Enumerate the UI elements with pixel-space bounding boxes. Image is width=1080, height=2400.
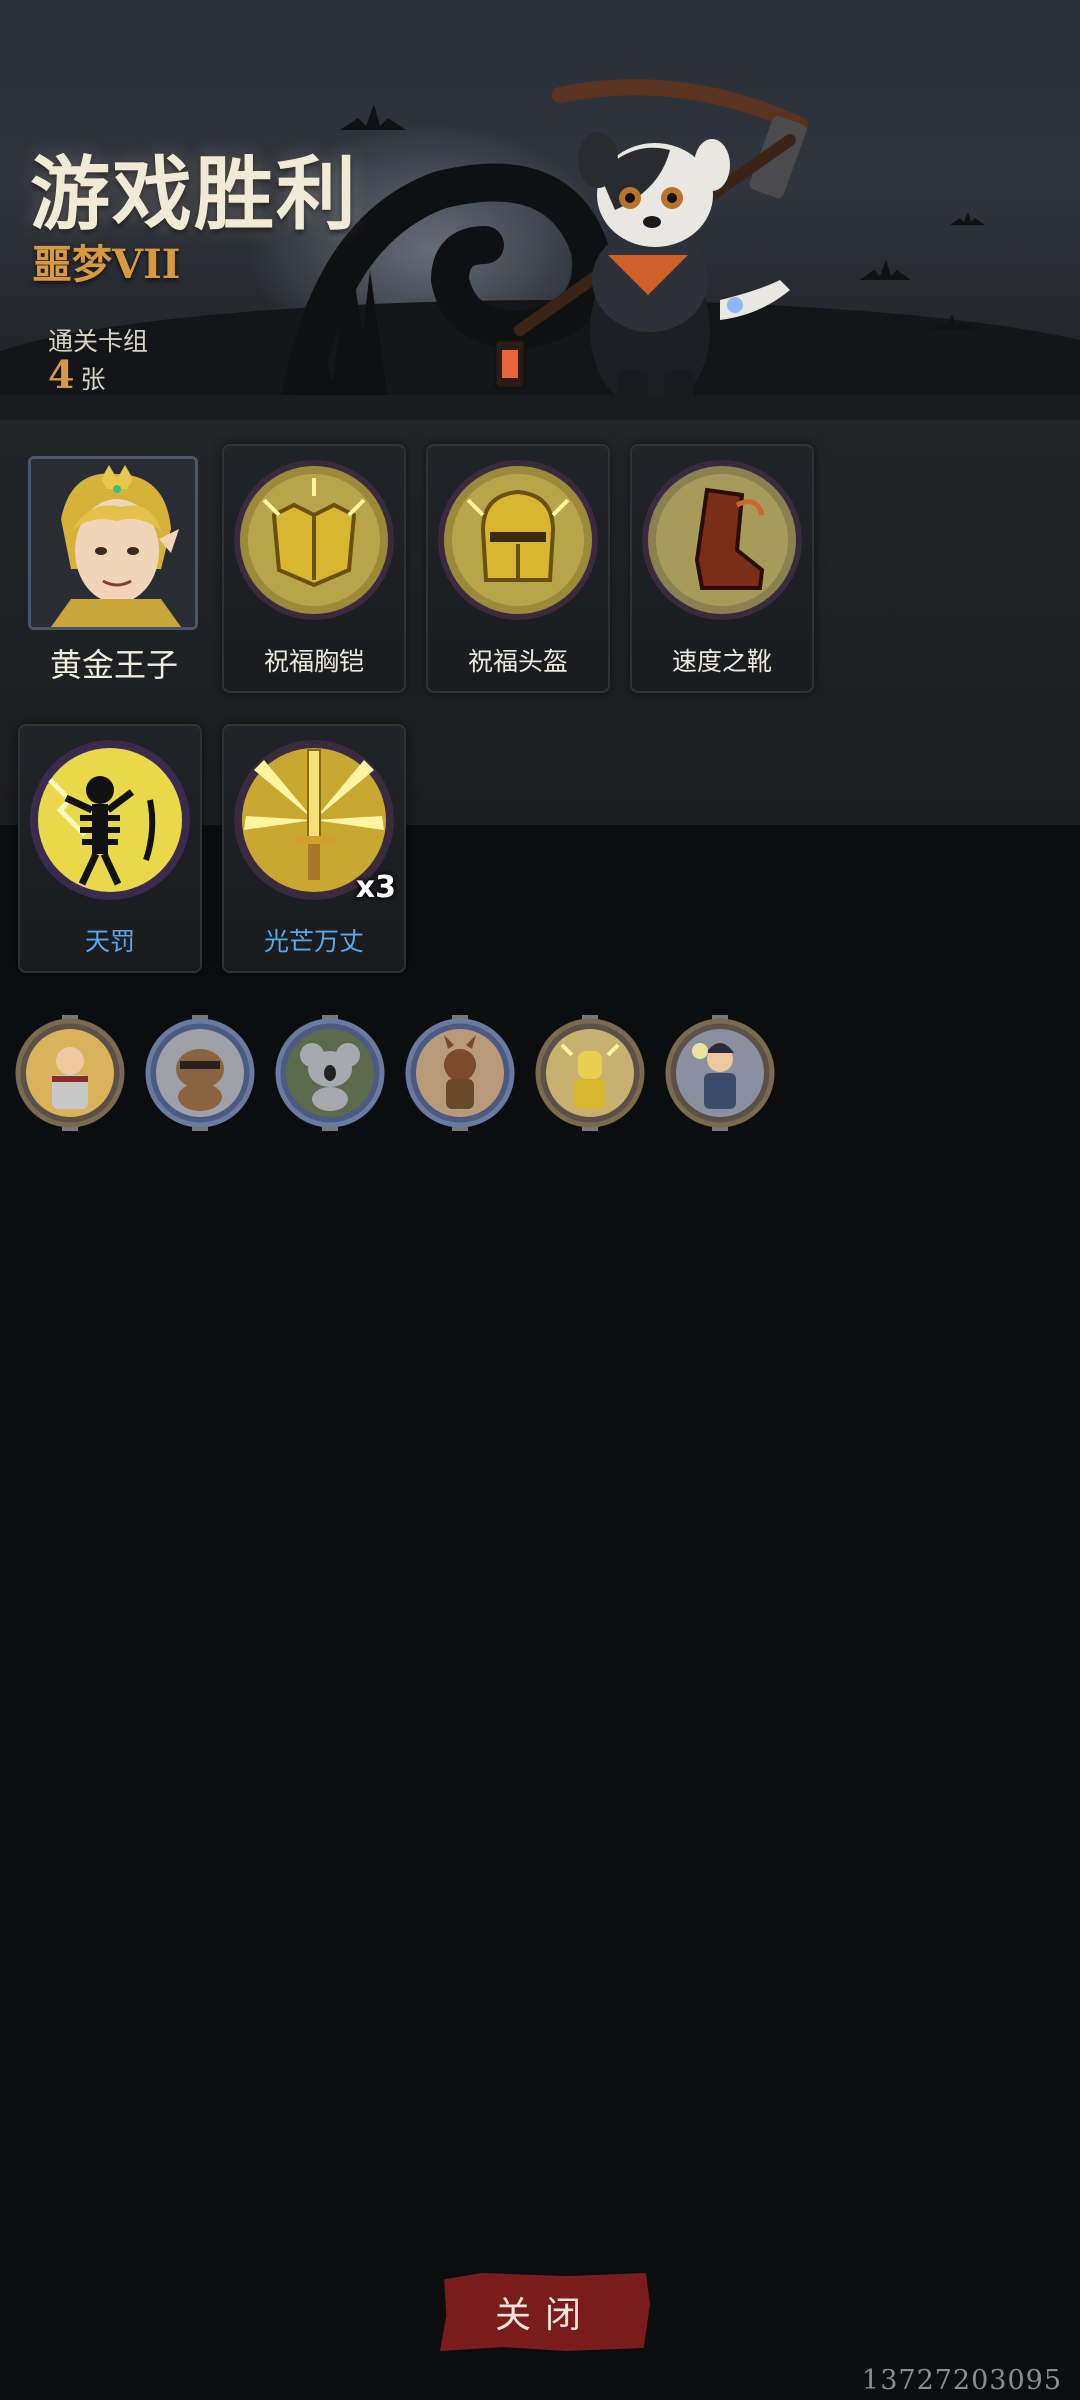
squirrel-portrait-icon [405,1015,515,1131]
deck-count-unit: 张 [80,365,106,394]
card-label: 天罚 [84,927,135,956]
hero-name: 黄金王子 [49,646,178,684]
watermark: 13727203095 [862,2365,1062,2396]
banner-ground [0,395,1080,420]
card-count-badge: x3 [355,870,396,905]
card-label: 祝福头盔 [467,647,568,676]
dog-reaper-character [493,79,808,410]
deck-count: 4张 [48,352,105,397]
golden-prince-portrait-icon [31,459,195,627]
companion-6[interactable] [662,1015,778,1131]
card-blessed-chestplate[interactable]: 祝福胸铠 [222,444,406,693]
koala-portrait-icon [275,1015,385,1131]
helmet-icon [438,460,598,620]
card-blessed-helmet[interactable]: 祝福头盔 [426,444,610,693]
card-speed-boots[interactable]: 速度之靴 [630,444,814,693]
card-label: 祝福胸铠 [263,647,364,676]
skeleton-lightning-icon [30,740,190,900]
chest-armor-icon [234,460,394,620]
hero-portrait[interactable] [28,456,198,630]
victory-banner: 游戏胜利 噩梦VII 通关卡组 4张 [0,0,1080,420]
companion-1[interactable] [12,1015,128,1131]
victory-title: 游戏胜利 [30,147,358,241]
companion-5[interactable] [532,1015,648,1131]
card-divine-punishment[interactable]: 天罚 [18,724,202,973]
warrior-portrait-icon [15,1015,125,1131]
raccoon-portrait-icon [145,1015,255,1131]
mage-portrait-icon [665,1015,775,1131]
difficulty-label: 噩梦VII [32,241,181,288]
companion-3[interactable] [272,1015,388,1131]
card-radiant-glory[interactable]: x3 光芒万丈 [222,724,406,973]
deck-count-number: 4 [48,352,75,397]
card-label: 速度之靴 [671,647,772,676]
card-label: 光芒万丈 [263,927,364,956]
close-button[interactable]: 关闭 [440,2273,650,2351]
boots-icon [642,460,802,620]
companion-4[interactable] [402,1015,518,1131]
companion-2[interactable] [142,1015,258,1131]
golden-knight-portrait-icon [535,1015,645,1131]
